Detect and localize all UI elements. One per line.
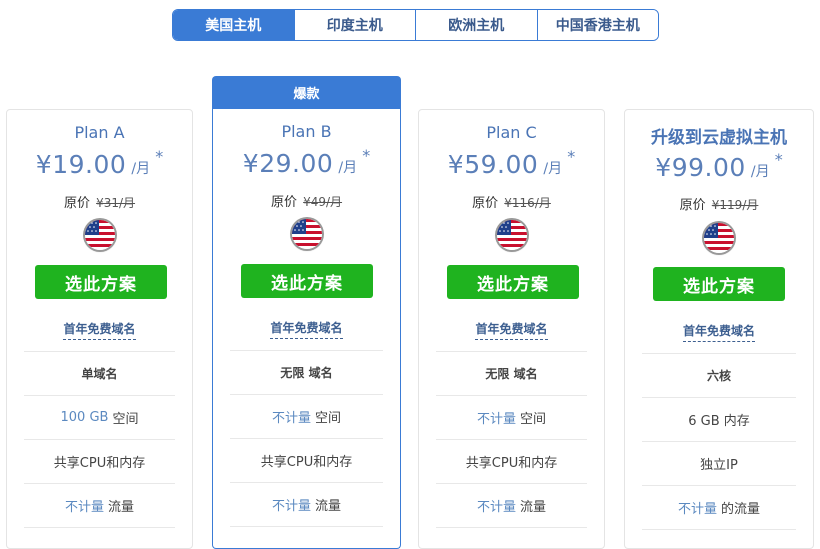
feature-free-domain: 首年免费域名 bbox=[24, 314, 175, 352]
choose-plan-button[interactable]: 选此方案 bbox=[35, 265, 167, 299]
feature-domains: 无限 域名 bbox=[230, 351, 383, 395]
original-price: 原价 ¥31/月 bbox=[7, 192, 192, 211]
plan-price: ¥99.00 /月 * bbox=[625, 150, 813, 182]
free-domain-link[interactable]: 首年免费域名 bbox=[475, 320, 548, 340]
feature-space: 不计量 空间 bbox=[436, 396, 587, 440]
price-asterisk: * bbox=[362, 146, 371, 165]
choose-plan-button[interactable]: 选此方案 bbox=[447, 265, 579, 299]
price-asterisk: * bbox=[774, 150, 783, 169]
plan-price: ¥59.00 /月 * bbox=[419, 147, 604, 179]
feature-domains: 单域名 bbox=[24, 352, 175, 396]
plan-name: Plan A bbox=[74, 123, 125, 142]
feature-ip: 独立IP bbox=[642, 442, 796, 486]
original-price: 原价 ¥116/月 bbox=[419, 192, 604, 211]
space-label: 空间 bbox=[520, 412, 547, 427]
tab-europe-hosting[interactable]: 欧洲主机 bbox=[415, 10, 537, 40]
price-period: /月 bbox=[131, 161, 151, 177]
feature-traffic: 不计量 的流量 bbox=[642, 486, 796, 530]
tab-us-hosting[interactable]: 美国主机 bbox=[173, 10, 294, 40]
feature-memory: 6 GB 内存 bbox=[642, 398, 796, 442]
plan-name: Plan C bbox=[486, 123, 537, 142]
plan-price: ¥19.00 /月 * bbox=[7, 147, 192, 179]
choose-plan-button[interactable]: 选此方案 bbox=[653, 267, 785, 301]
feature-domains: 无限 域名 bbox=[436, 352, 587, 396]
free-domain-link[interactable]: 首年免费域名 bbox=[682, 322, 755, 342]
traffic-label: 的流量 bbox=[721, 502, 761, 517]
feature-list: 首年免费域名 无限 域名 不计量 空间 共享CPU和内存 不计量 流量 bbox=[230, 313, 383, 527]
price-period: /月 bbox=[338, 160, 358, 176]
original-price-value: ¥116/月 bbox=[504, 196, 551, 210]
plan-name: 升级到云虚拟主机 bbox=[651, 128, 787, 148]
space-value: 不计量 bbox=[271, 411, 311, 426]
plan-price: ¥29.00 /月 * bbox=[213, 146, 400, 178]
original-price-label: 原价 bbox=[472, 196, 499, 211]
price-asterisk: * bbox=[155, 147, 164, 166]
feature-list: 首年免费域名 无限 域名 不计量 空间 共享CPU和内存 不计量 流量 bbox=[436, 314, 587, 528]
tab-hongkong-hosting[interactable]: 中国香港主机 bbox=[536, 10, 658, 40]
traffic-value: 不计量 bbox=[476, 500, 516, 515]
space-label: 空间 bbox=[315, 411, 342, 426]
price-amount: ¥19.00 bbox=[35, 150, 127, 179]
us-flag-icon bbox=[84, 220, 115, 250]
host-region-tabs: 美国主机 印度主机 欧洲主机 中国香港主机 bbox=[172, 9, 659, 41]
original-price-label: 原价 bbox=[270, 195, 297, 210]
original-price-value: ¥49/月 bbox=[303, 195, 343, 209]
original-price-label: 原价 bbox=[679, 198, 706, 213]
space-value: 不计量 bbox=[476, 412, 516, 427]
feature-cores: 六核 bbox=[642, 354, 796, 398]
plan-name: Plan B bbox=[281, 122, 332, 141]
feature-list: 首年免费域名 单域名 100 GB 空间 共享CPU和内存 不计量 流量 bbox=[24, 314, 175, 528]
feature-list: 首年免费域名 六核 6 GB 内存 独立IP 不计量 的流量 bbox=[642, 316, 796, 530]
free-domain-link[interactable]: 首年免费域名 bbox=[63, 320, 136, 340]
feature-cpu: 共享CPU和内存 bbox=[436, 440, 587, 484]
price-amount: ¥59.00 bbox=[447, 150, 539, 179]
original-price-value: ¥31/月 bbox=[96, 196, 136, 210]
original-price-value: ¥119/月 bbox=[711, 198, 759, 212]
us-flag-icon bbox=[704, 223, 734, 253]
choose-plan-button[interactable]: 选此方案 bbox=[241, 264, 373, 298]
traffic-value: 不计量 bbox=[271, 499, 311, 514]
price-period: /月 bbox=[750, 164, 770, 180]
original-price: 原价 ¥49/月 bbox=[213, 191, 400, 210]
hot-badge: 爆款 bbox=[212, 76, 401, 109]
plan-card-cloud: 升级到云虚拟主机 ¥99.00 /月 * 原价 ¥119/月 选此方案 首年免费… bbox=[624, 109, 814, 549]
original-price: 原价 ¥119/月 bbox=[625, 194, 813, 213]
feature-space: 不计量 空间 bbox=[230, 395, 383, 439]
feature-free-domain: 首年免费域名 bbox=[642, 316, 796, 354]
us-flag-icon bbox=[496, 220, 527, 250]
price-period: /月 bbox=[543, 161, 563, 177]
feature-free-domain: 首年免费域名 bbox=[436, 314, 587, 352]
plan-card-b: Plan B ¥29.00 /月 * 原价 ¥49/月 选此方案 首年免费域名 … bbox=[212, 109, 401, 549]
feature-cpu: 共享CPU和内存 bbox=[230, 439, 383, 483]
traffic-label: 流量 bbox=[315, 499, 342, 514]
plan-card-c: Plan C ¥59.00 /月 * 原价 ¥116/月 选此方案 首年免费域名… bbox=[418, 109, 605, 549]
original-price-label: 原价 bbox=[63, 196, 90, 211]
space-label: 空间 bbox=[112, 412, 139, 427]
price-amount: ¥29.00 bbox=[242, 149, 334, 178]
feature-traffic: 不计量 流量 bbox=[24, 484, 175, 528]
plan-card-a: Plan A ¥19.00 /月 * 原价 ¥31/月 选此方案 首年免费域名 … bbox=[6, 109, 193, 549]
feature-traffic: 不计量 流量 bbox=[230, 483, 383, 527]
us-flag-icon bbox=[291, 219, 322, 249]
traffic-value: 不计量 bbox=[64, 500, 104, 515]
traffic-label: 流量 bbox=[520, 500, 547, 515]
feature-traffic: 不计量 流量 bbox=[436, 484, 587, 528]
price-asterisk: * bbox=[567, 147, 576, 166]
feature-space: 100 GB 空间 bbox=[24, 396, 175, 440]
price-amount: ¥99.00 bbox=[655, 153, 746, 182]
traffic-value: 不计量 bbox=[677, 502, 717, 517]
feature-free-domain: 首年免费域名 bbox=[230, 313, 383, 351]
free-domain-link[interactable]: 首年免费域名 bbox=[270, 319, 343, 339]
feature-cpu: 共享CPU和内存 bbox=[24, 440, 175, 484]
traffic-label: 流量 bbox=[108, 500, 135, 515]
space-value: 100 GB bbox=[60, 410, 109, 425]
tab-india-hosting[interactable]: 印度主机 bbox=[293, 10, 415, 40]
